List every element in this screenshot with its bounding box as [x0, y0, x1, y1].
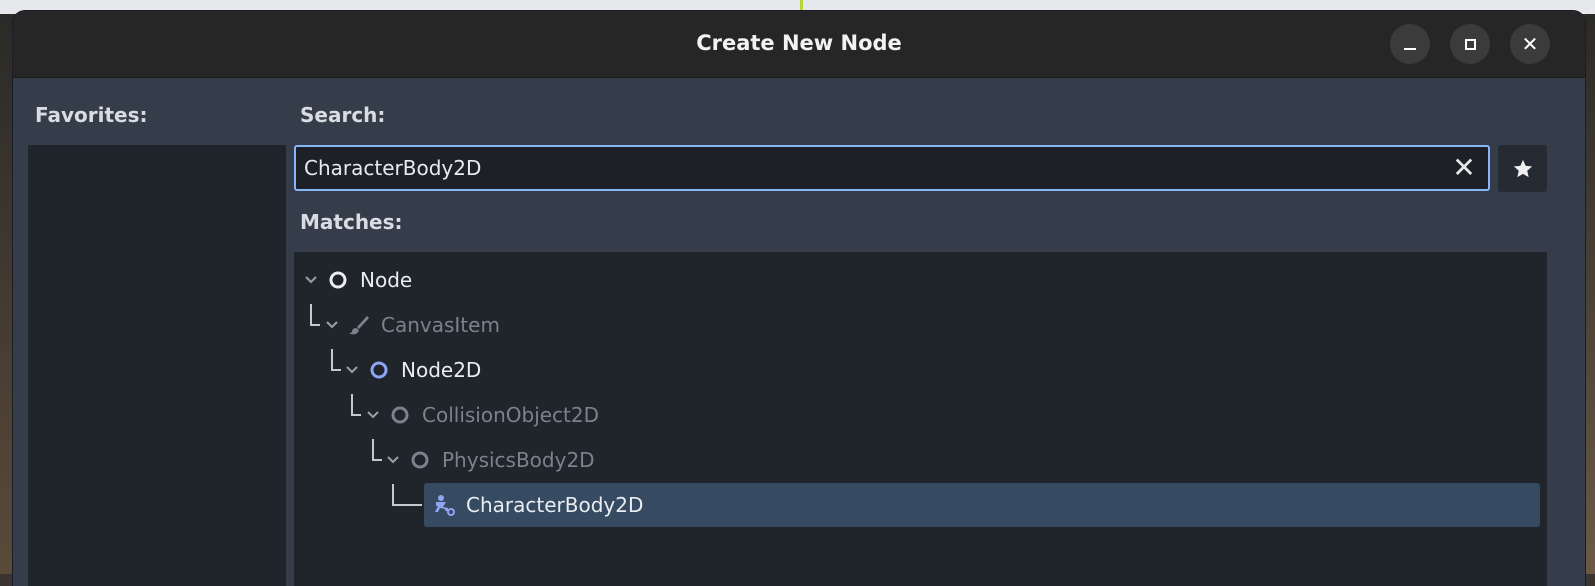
tree-guide — [351, 414, 361, 416]
tree-guide — [310, 324, 320, 326]
tree-item-node[interactable]: Node — [302, 258, 412, 302]
search-label: Search: — [300, 103, 386, 127]
circle-icon — [326, 268, 350, 292]
matches-label: Matches: — [300, 210, 403, 234]
maximize-icon — [1464, 38, 1476, 50]
tree-guide — [372, 459, 382, 461]
tree-guide — [392, 484, 394, 505]
chevron-down-icon[interactable] — [364, 406, 382, 424]
character-body-icon — [432, 493, 456, 517]
tree-item-label: PhysicsBody2D — [442, 448, 595, 472]
chevron-down-icon[interactable] — [323, 316, 341, 334]
favorites-label: Favorites: — [35, 103, 148, 127]
clear-search-icon[interactable]: ✕ — [1450, 154, 1478, 182]
tree-guide — [372, 439, 374, 459]
tree-guide — [310, 304, 312, 324]
circle-icon — [388, 403, 412, 427]
tree-guide — [331, 369, 341, 371]
chevron-down-icon[interactable] — [302, 271, 320, 289]
background-left — [0, 14, 14, 574]
tree-item-node2d[interactable]: Node2D — [343, 348, 481, 392]
tree-item-label: Node — [360, 268, 413, 292]
tree-item-label: CharacterBody2D — [466, 493, 644, 517]
star-icon — [1513, 159, 1532, 177]
tree-item-label: CollisionObject2D — [422, 403, 600, 427]
close-icon: ✕ — [1521, 32, 1539, 56]
tree-item-collisionobject2d[interactable]: CollisionObject2D — [364, 393, 599, 437]
tree-item-label: Node2D — [401, 358, 482, 382]
circle-icon — [408, 448, 432, 472]
dialog-title: Create New Node — [696, 31, 902, 55]
minimize-icon — [1404, 48, 1416, 50]
tree-guide — [351, 394, 353, 414]
titlebar: Create New Node ✕ — [13, 11, 1585, 78]
tree-item-physicsbody2d[interactable]: PhysicsBody2D — [384, 438, 595, 482]
circle-icon — [367, 358, 391, 382]
chevron-down-icon[interactable] — [384, 451, 402, 469]
favorites-list[interactable] — [28, 145, 286, 586]
tree-item-characterbody2d[interactable]: CharacterBody2D — [426, 483, 643, 527]
tree-item-label: CanvasItem — [381, 313, 500, 337]
tree-item-canvasitem[interactable]: CanvasItem — [323, 303, 500, 347]
search-field[interactable]: ✕ — [294, 145, 1490, 191]
tree-guide — [392, 504, 422, 506]
chevron-down-icon[interactable] — [343, 361, 361, 379]
create-node-dialog: Create New Node ✕ Favorites: Search: ✕ M… — [13, 11, 1585, 586]
close-button[interactable]: ✕ — [1510, 24, 1550, 64]
add-to-favorites-button[interactable] — [1498, 145, 1547, 192]
search-input[interactable] — [304, 147, 1444, 189]
minimize-button[interactable] — [1390, 24, 1430, 64]
tree-guide — [331, 349, 333, 369]
maximize-button[interactable] — [1450, 24, 1490, 64]
brush-icon — [347, 313, 371, 337]
matches-tree[interactable]: Node CanvasItem Node2D CollisionObject2D… — [294, 252, 1547, 586]
background-right — [1585, 14, 1595, 574]
